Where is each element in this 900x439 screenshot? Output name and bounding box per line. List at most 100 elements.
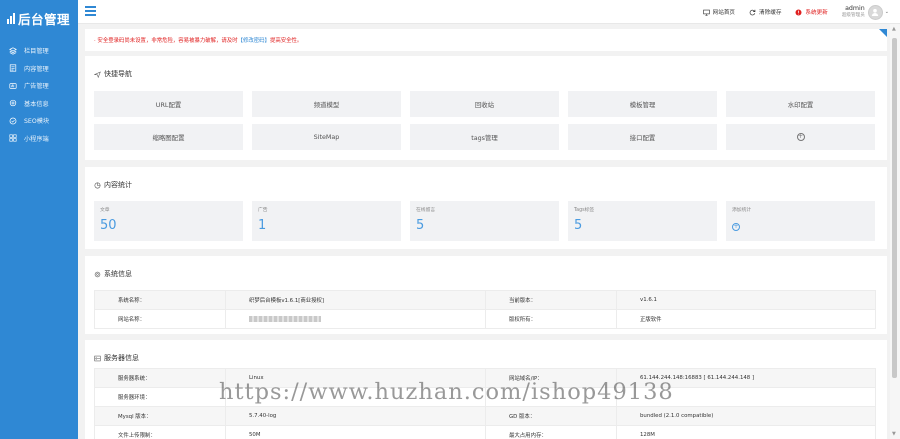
- stat-label: 文章: [100, 208, 110, 213]
- sidebar-item-label: 小程序端: [24, 135, 49, 143]
- table-value: bundled (2.1.0 compatible): [616, 406, 876, 426]
- notice-text: · 安全登录码尚未设置，非常危险，容易被暴力破解，请及时: [94, 38, 238, 44]
- system-update-label: 系统更新: [805, 10, 828, 16]
- stat-value: 5: [574, 218, 583, 233]
- table-key: 服务器环境：: [94, 387, 226, 407]
- table-value: 5.7.40-log: [225, 406, 486, 426]
- quick-nav-thumbnail[interactable]: 缩略图配置: [94, 124, 243, 150]
- menu-toggle-icon[interactable]: [85, 6, 96, 17]
- sidebar-item-miniprogram[interactable]: 小程序端: [0, 130, 78, 148]
- page-scrollbar[interactable]: ▲ ▼: [890, 24, 900, 439]
- system-update-link[interactable]: 系统更新: [795, 8, 828, 16]
- sidebar-item-ads[interactable]: 广告管理: [0, 77, 78, 95]
- sidebar-item-content[interactable]: 内容管理: [0, 60, 78, 78]
- stat-tags[interactable]: Tags标签 5: [568, 201, 717, 241]
- scroll-down-icon[interactable]: ▼: [892, 431, 896, 437]
- table-row: 服务器系统： Linux 网站域名/IP： 61.144.244.148:168…: [94, 368, 876, 388]
- stat-value: 1: [258, 218, 267, 233]
- stat-label: 广告: [258, 208, 268, 213]
- table-value: 织梦后台模板v1.6.1[商业授权]: [225, 290, 486, 310]
- sidebar-item-label: SEO模块: [24, 118, 50, 126]
- sidebar-item-label: 内容管理: [24, 65, 49, 73]
- seo-icon: [9, 117, 17, 125]
- scrollbar-thumb[interactable]: [892, 38, 897, 378]
- table-value: [225, 387, 486, 407]
- system-info-table: 系统名称： 织梦后台模板v1.6.1[商业授权] 当前版本： v1.6.1 网站…: [94, 290, 876, 329]
- sidebar-item-columns[interactable]: 栏目管理: [0, 42, 78, 60]
- top-header: 网站首页 清除缓存 系统更新 admin 超级管理员 ⌄: [78, 0, 900, 24]
- panel-title: 系统信息: [94, 269, 132, 279]
- site-home-link[interactable]: 网站首页: [702, 8, 736, 16]
- corner-flag-icon: [879, 29, 887, 37]
- table-value: Linux: [225, 368, 486, 388]
- quick-nav-recycle-bin[interactable]: 回收站: [410, 91, 559, 117]
- server-info-panel: 服务器信息 服务器系统： Linux 网站域名/IP： 61.144.244.1…: [85, 340, 887, 439]
- user-icon: [872, 8, 879, 16]
- server-info-title: 服务器信息: [104, 354, 139, 362]
- user-role: 超级管理员: [841, 13, 865, 18]
- site-home-label: 网站首页: [712, 10, 736, 16]
- scroll-up-icon[interactable]: ▲: [892, 26, 896, 32]
- stat-label: 添加统计: [732, 208, 752, 213]
- gear-icon: [9, 99, 17, 107]
- system-info-title: 系统信息: [104, 270, 132, 278]
- content-stats-panel: 内容统计 文章 50 广告 1 在线留言 5 Tags标签 5 添加统计 +: [85, 167, 887, 249]
- panel-title: 内容统计: [94, 180, 132, 190]
- server-info-table: 服务器系统： Linux 网站域名/IP： 61.144.244.148:168…: [94, 368, 876, 439]
- quick-nav-sitemap[interactable]: SiteMap: [252, 124, 401, 150]
- monitor-icon: [702, 9, 710, 16]
- content-stats-title: 内容统计: [104, 181, 132, 189]
- alert-icon: [795, 8, 802, 16]
- user-menu[interactable]: admin 超级管理员 ⌄: [842, 4, 889, 20]
- logo[interactable]: 后台管理: [0, 0, 78, 36]
- stat-value: 5: [416, 218, 425, 233]
- clear-cache-label: 清除缓存: [759, 10, 782, 16]
- quick-nav-watermark[interactable]: 水印配置: [726, 91, 875, 117]
- grid-icon: [9, 134, 17, 142]
- quick-nav-url-config[interactable]: URL配置: [94, 91, 243, 117]
- table-key: 系统名称：: [94, 290, 226, 310]
- table-row: 网站名称： 版权所有： 正版软件: [94, 309, 876, 329]
- table-value: 61.144.244.148:16883 [ 61.144.244.148 ]: [616, 368, 876, 388]
- table-value: 正版软件: [616, 309, 876, 329]
- plus-circle-icon: +: [796, 133, 805, 141]
- panel-title: 快捷导航: [94, 69, 132, 79]
- document-icon: [9, 64, 17, 72]
- table-key: 文件上传限制：: [94, 425, 226, 439]
- avatar[interactable]: [867, 4, 883, 20]
- table-row: 系统名称： 织梦后台模板v1.6.1[商业授权] 当前版本： v1.6.1: [94, 290, 876, 310]
- quick-nav-template[interactable]: 模板管理: [568, 91, 717, 117]
- redacted-site-name: [249, 315, 321, 322]
- stat-label: Tags标签: [574, 208, 595, 213]
- table-key: 服务器系统：: [94, 368, 226, 388]
- sidebar: 后台管理 栏目管理 内容管理 广告管理 基本信息 SEO模块 小程序端: [0, 0, 78, 439]
- table-value: 50M: [225, 425, 486, 439]
- quick-nav-panel: 快捷导航 URL配置 频道模型 回收站 模板管理 水印配置 缩略图配置 Site…: [85, 56, 887, 160]
- stat-messages[interactable]: 在线留言 5: [410, 201, 559, 241]
- sidebar-nav: 栏目管理 内容管理 广告管理 基本信息 SEO模块 小程序端: [0, 42, 78, 147]
- quick-nav-tags[interactable]: tags管理: [410, 124, 559, 150]
- quick-nav-channel-model[interactable]: 频道模型: [252, 91, 401, 117]
- quick-nav-add-button[interactable]: +: [726, 124, 875, 150]
- stat-value: 50: [100, 218, 117, 233]
- layers-icon: [9, 47, 17, 55]
- quick-nav-title: 快捷导航: [104, 70, 132, 78]
- sidebar-item-basic-info[interactable]: 基本信息: [0, 95, 78, 113]
- pie-chart-icon: [94, 182, 101, 188]
- ad-icon: [9, 82, 17, 90]
- stat-articles[interactable]: 文章 50: [94, 201, 243, 241]
- clear-cache-link[interactable]: 清除缓存: [749, 8, 781, 16]
- change-password-link[interactable]: 【修改密码】: [238, 36, 270, 44]
- quick-nav-grid: URL配置 频道模型 回收站 模板管理 水印配置 缩略图配置 SiteMap t…: [94, 91, 875, 150]
- stat-add[interactable]: 添加统计 +: [726, 201, 875, 241]
- stat-ads[interactable]: 广告 1: [252, 201, 401, 241]
- table-row: 文件上传限制： 50M 最大占用内存： 128M: [94, 425, 876, 439]
- user-info: admin 超级管理员: [842, 5, 865, 19]
- table-key: GD 版本：: [485, 406, 617, 426]
- panel-title: 服务器信息: [94, 353, 139, 363]
- table-value: [616, 387, 876, 407]
- header-actions: 网站首页 清除缓存 系统更新 admin 超级管理员 ⌄: [702, 0, 900, 24]
- sidebar-item-seo[interactable]: SEO模块: [0, 112, 78, 130]
- table-key: 版权所有：: [485, 309, 617, 329]
- quick-nav-api[interactable]: 接口配置: [568, 124, 717, 150]
